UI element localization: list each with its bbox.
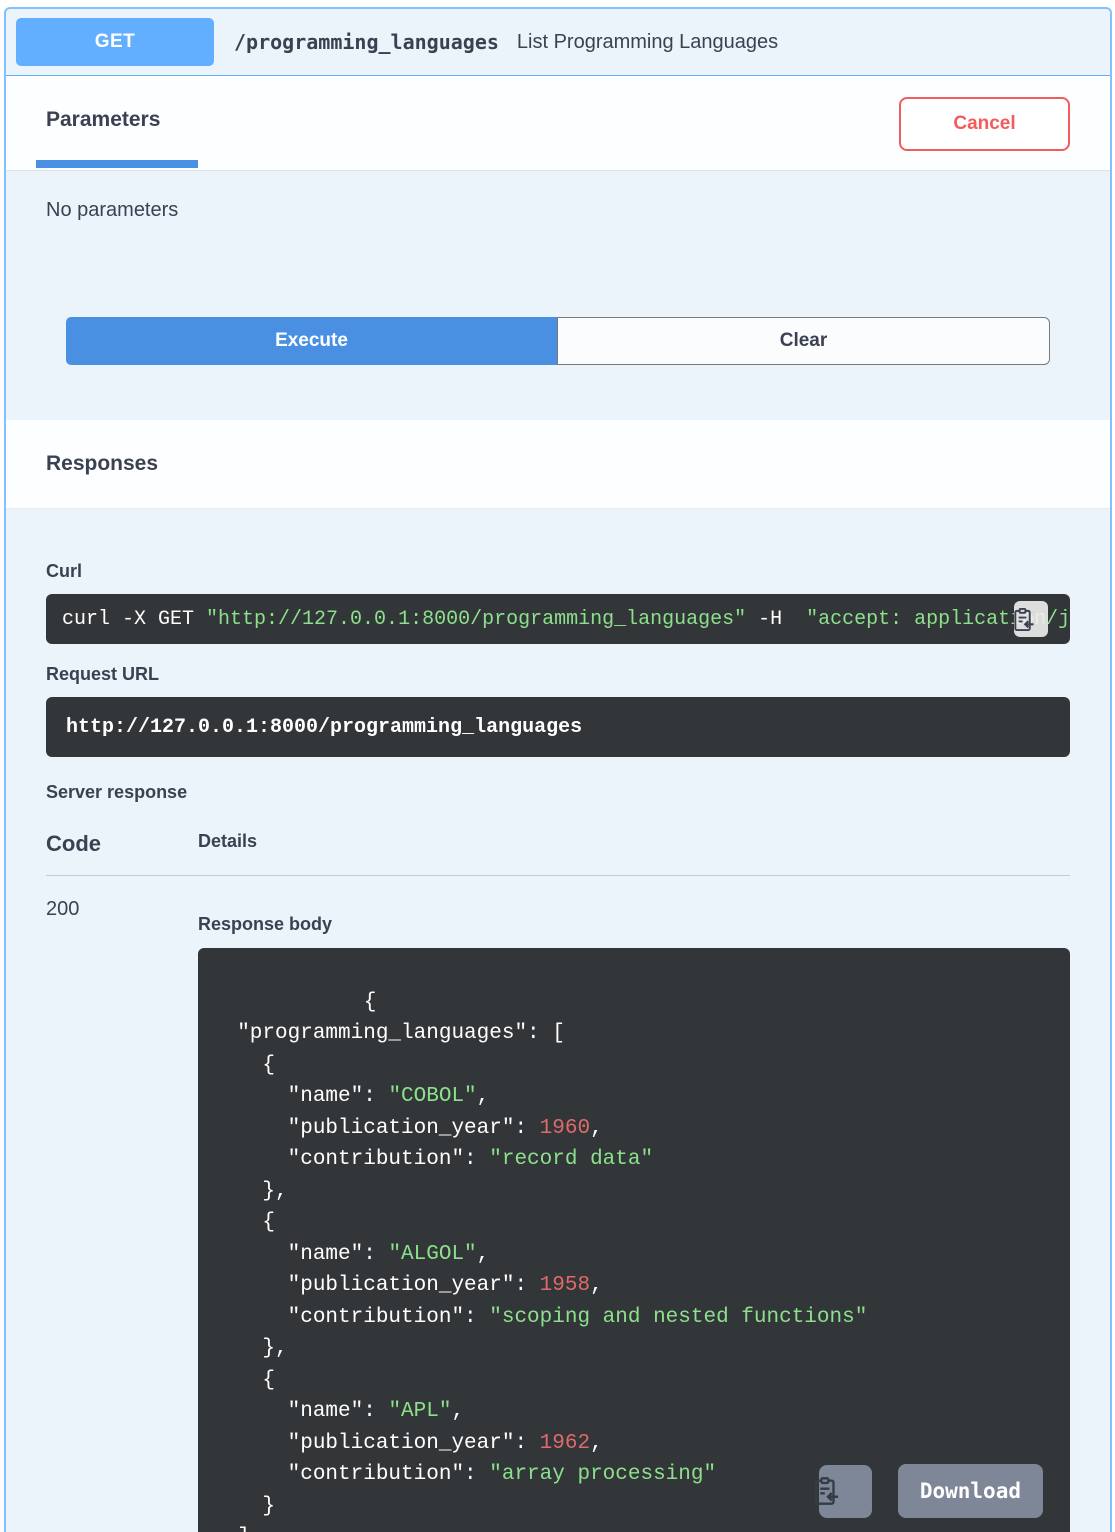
request-url-text: http://127.0.0.1:8000/programming_langua… (66, 715, 583, 739)
tab-active-underline (36, 160, 198, 168)
tab-parameters[interactable]: Parameters (46, 108, 160, 132)
parameters-section-header: Parameters Cancel (6, 76, 1110, 171)
endpoint-description: List Programming Languages (516, 30, 779, 53)
details-column-header: Details (198, 831, 258, 851)
copy-response-button[interactable] (815, 1464, 872, 1518)
response-table-header: Code Details (46, 831, 1070, 876)
code-column-header: Code (46, 831, 101, 856)
curl-label: Curl (46, 561, 82, 581)
response-body-label: Response body (198, 914, 333, 934)
http-method-badge[interactable]: GET (16, 18, 214, 66)
response-body-block: { "programming_languages": [ { "name": "… (198, 948, 1070, 1532)
response-body-actions: Download (815, 1464, 1043, 1518)
endpoint-path: /programming_languages (234, 30, 499, 54)
responses-section-header: Responses (6, 420, 1110, 509)
response-table-row: 200 Response body { "programming_languag… (46, 876, 1070, 1532)
download-button[interactable]: Download (897, 1464, 1043, 1518)
execute-row: Execute Clear (46, 317, 1070, 365)
server-response-label: Server response (46, 782, 188, 802)
status-code: 200 (46, 898, 80, 920)
request-url-label: Request URL (46, 664, 160, 684)
responses-title: Responses (46, 452, 159, 475)
operation-summary[interactable]: GET /programming_languages List Programm… (6, 9, 1110, 76)
curl-command-text: curl -X GET "http://127.0.0.1:8000/progr… (62, 607, 1070, 631)
copy-curl-button[interactable] (1014, 601, 1048, 637)
cancel-button[interactable]: Cancel (899, 97, 1070, 151)
no-parameters-text: No parameters (46, 199, 179, 221)
response-body-json: { "programming_languages": [ { "name": "… (237, 990, 868, 1532)
operation-block-get: GET /programming_languages List Programm… (4, 7, 1112, 1532)
clear-button[interactable]: Clear (557, 317, 1050, 365)
clipboard-copy-icon (812, 1446, 879, 1532)
clipboard-copy-icon (1012, 594, 1049, 644)
server-response-table: Code Details 200 Response body { "progra… (46, 831, 1070, 1532)
response-details-cell: Response body { "programming_languages":… (198, 876, 1070, 1532)
execute-button[interactable]: Execute (66, 317, 557, 365)
responses-body: Curl curl -X GET "http://127.0.0.1:8000/… (6, 561, 1110, 1532)
parameters-body: No parameters Execute Clear (6, 171, 1110, 420)
request-url-block: http://127.0.0.1:8000/programming_langua… (46, 697, 1070, 757)
curl-command-block: curl -X GET "http://127.0.0.1:8000/progr… (46, 594, 1070, 644)
